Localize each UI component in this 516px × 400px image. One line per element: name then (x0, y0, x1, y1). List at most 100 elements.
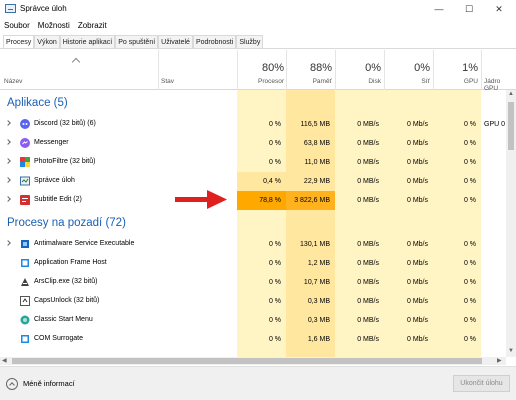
arsclip-icon (21, 278, 29, 286)
column-status[interactable]: Stav (161, 78, 174, 85)
minimize-button[interactable]: — (424, 0, 454, 18)
column-name[interactable]: Název (4, 78, 22, 85)
process-name: ArsClip.exe (32 bitů) (34, 278, 98, 285)
gpu-value: 0 % (463, 260, 476, 267)
scroll-down-icon[interactable]: ▼ (508, 348, 514, 354)
network-value: 0 Mb/s (406, 140, 428, 147)
cpu-value: 0 % (268, 260, 281, 267)
chevron-up-circle-icon[interactable] (6, 378, 18, 390)
sort-up-icon[interactable] (71, 57, 81, 67)
memory-total[interactable]: 88% (286, 62, 332, 74)
process-row-classic-start-menu[interactable]: Classic Start Menu 0 % 0,3 MB 0 MB/s 0 M… (0, 311, 506, 330)
scroll-up-icon[interactable]: ▲ (508, 91, 514, 97)
cpu-value: 0 % (268, 279, 281, 286)
chevron-right-icon[interactable] (5, 120, 11, 126)
column-cpu[interactable]: Procesor (237, 78, 284, 85)
scroll-left-icon[interactable]: ◀ (2, 357, 7, 364)
network-value: 0 Mb/s (406, 121, 428, 128)
cpu-value: 0 % (268, 298, 281, 305)
network-value: 0 Mb/s (406, 279, 428, 286)
com-surrogate-icon (21, 335, 29, 343)
menu-file[interactable]: Soubor (0, 19, 34, 33)
gpu-value: 0 % (463, 140, 476, 147)
tab-details[interactable]: Podrobnosti (192, 35, 237, 48)
network-value: 0 Mb/s (406, 260, 428, 267)
close-button[interactable]: ✕ (484, 0, 514, 18)
task-manager-icon (20, 176, 30, 186)
disk-value: 0 MB/s (357, 336, 379, 343)
process-row-subtitle-edit[interactable]: Subtitle Edit (2) 78,8 % 3 822,6 MB 0 MB… (0, 191, 506, 210)
tab-app-history[interactable]: Historie aplikací (59, 35, 116, 48)
memory-value: 1,6 MB (307, 336, 330, 343)
app-frame-icon (21, 259, 29, 267)
network-value: 0 Mb/s (406, 178, 428, 185)
end-task-button[interactable]: Ukončit úlohu (453, 375, 510, 392)
process-row-discord[interactable]: Discord (32 bitů) (6) 0 % 116,5 MB 0 MB/… (0, 115, 506, 134)
column-gpu[interactable]: GPU (433, 78, 478, 85)
chevron-right-icon[interactable] (5, 158, 11, 164)
cpu-value: 78,8 % (237, 191, 286, 210)
column-divider[interactable] (481, 50, 482, 90)
vertical-scroll-thumb[interactable] (508, 102, 514, 150)
tab-services[interactable]: Služby (236, 35, 264, 48)
disk-value: 0 MB/s (357, 197, 379, 204)
process-name: Messenger (34, 139, 69, 146)
disk-value: 0 MB/s (357, 317, 379, 324)
process-name: Subtitle Edit (2) (34, 196, 82, 203)
horizontal-scrollbar[interactable]: ◀ ▶ (0, 357, 506, 365)
column-header: Název Stav 80% Procesor 88% Paměť 0% Dis… (0, 50, 516, 92)
cpu-value: 0 % (268, 121, 281, 128)
process-row-app-frame-host[interactable]: Application Frame Host 0 % 1,2 MB 0 MB/s… (0, 254, 506, 273)
chevron-right-icon[interactable] (5, 177, 11, 183)
column-memory[interactable]: Paměť (286, 78, 332, 85)
gpu-total[interactable]: 1% (433, 62, 478, 74)
memory-value: 130,1 MB (300, 241, 330, 248)
memory-value: 0,3 MB (307, 298, 330, 305)
menu-view[interactable]: Zobrazit (74, 19, 111, 33)
chevron-right-icon[interactable] (5, 240, 11, 246)
process-row-com-surrogate[interactable]: COM Surrogate 0 % 1,6 MB 0 MB/s 0 Mb/s 0… (0, 330, 506, 349)
disk-value: 0 MB/s (357, 178, 379, 185)
process-name: COM Surrogate (34, 335, 84, 342)
maximize-button[interactable]: ☐ (454, 0, 484, 18)
horizontal-scroll-thumb[interactable] (12, 358, 482, 364)
cpu-total[interactable]: 80% (237, 62, 284, 74)
vertical-scrollbar[interactable]: ▲ ▼ (506, 90, 516, 357)
process-row-antimalware[interactable]: Antimalware Service Executable 0 % 130,1… (0, 235, 506, 254)
task-manager-app-icon (5, 4, 16, 13)
tab-users[interactable]: Uživatelé (158, 35, 193, 48)
disk-total[interactable]: 0% (335, 62, 381, 74)
process-row-photofiltre[interactable]: PhotoFiltre (32 bitů) 0 % 11,0 MB 0 MB/s… (0, 153, 506, 172)
network-total[interactable]: 0% (384, 62, 430, 74)
gpu-engine-value: GPU 0 (484, 121, 506, 128)
network-value: 0 Mb/s (406, 197, 428, 204)
process-name: PhotoFiltre (32 bitů) (34, 158, 96, 165)
process-row-messenger[interactable]: Messenger 0 % 63,8 MB 0 MB/s 0 Mb/s 0 % (0, 134, 506, 153)
capsunlock-icon (20, 296, 30, 306)
process-name: Discord (32 bitů) (6) (34, 120, 96, 127)
scroll-right-icon[interactable]: ▶ (497, 357, 502, 364)
disk-value: 0 MB/s (357, 260, 379, 267)
chevron-right-icon[interactable] (5, 196, 11, 202)
column-network[interactable]: Síť (384, 78, 430, 85)
disk-value: 0 MB/s (357, 121, 379, 128)
process-row-arsclip[interactable]: ArsClip.exe (32 bitů) 0 % 10,7 MB 0 MB/s… (0, 273, 506, 292)
network-value: 0 Mb/s (406, 336, 428, 343)
process-name: Classic Start Menu (34, 316, 93, 323)
chevron-right-icon[interactable] (5, 139, 11, 145)
process-row-task-manager[interactable]: Správce úloh 0,4 % 22,9 MB 0 MB/s 0 Mb/s… (0, 172, 506, 191)
tab-performance[interactable]: Výkon (34, 35, 60, 48)
classic-start-icon (20, 315, 30, 325)
tab-processes[interactable]: Procesy (3, 35, 35, 48)
window-title: Správce úloh (20, 4, 67, 13)
gpu-value: 0 % (463, 298, 476, 305)
column-disk[interactable]: Disk (335, 78, 381, 85)
tab-bar: Procesy Výkon Historie aplikací Po spušt… (0, 35, 516, 49)
process-name: Application Frame Host (34, 259, 107, 266)
fewer-details-link[interactable]: Méně informací (23, 379, 75, 388)
process-row-capsunlock[interactable]: CapsUnlock (32 bitů) 0 % 0,3 MB 0 MB/s 0… (0, 292, 506, 311)
footer-bar: Méně informací Ukončit úlohu (0, 366, 516, 400)
menu-options[interactable]: Možnosti (34, 19, 74, 33)
column-divider[interactable] (158, 50, 159, 90)
tab-startup[interactable]: Po spuštění (115, 35, 159, 48)
